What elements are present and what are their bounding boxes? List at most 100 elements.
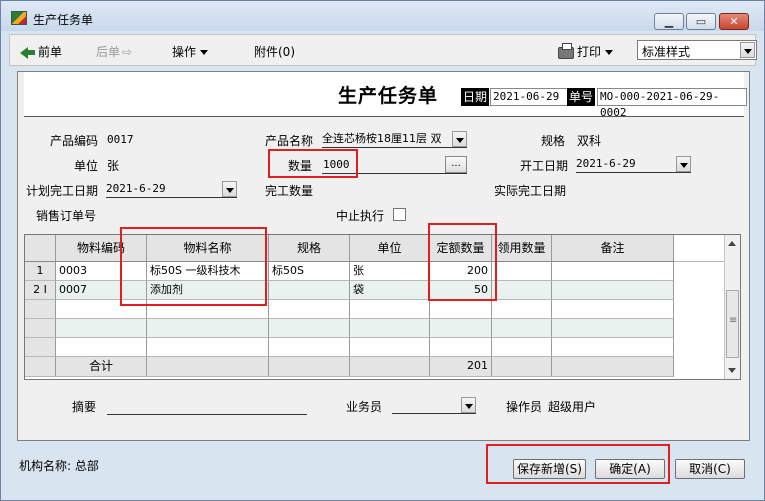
row-index[interactable]: [25, 300, 56, 319]
column-header[interactable]: 规格: [269, 235, 350, 262]
summary-label: 摘要: [72, 400, 97, 414]
arrow-right-icon: ⇨: [122, 45, 133, 59]
dropdown-arrow-icon[interactable]: [461, 397, 476, 413]
sales-order-label: 销售订单号: [36, 209, 97, 223]
cell-material-code[interactable]: 0003: [56, 262, 147, 281]
cancel-button[interactable]: 取消(C): [675, 459, 745, 479]
empty-cell[interactable]: [147, 338, 269, 357]
document-title: 生产任务单: [338, 85, 439, 107]
column-header[interactable]: 领用数量: [492, 235, 552, 262]
cell-material-code[interactable]: 0007: [56, 281, 147, 300]
row-index[interactable]: [25, 338, 56, 357]
cell-material-name[interactable]: 添加剂: [147, 281, 269, 300]
minimize-button[interactable]: ▁: [654, 13, 684, 30]
prev-record-button[interactable]: 前单: [20, 43, 62, 60]
row-index[interactable]: [25, 319, 56, 338]
toolbar: 前单 后单 ⇨ 操作 附件(0) 打印 标准样式: [9, 34, 757, 66]
scroll-thumb[interactable]: [726, 290, 739, 358]
spec-label: 规格: [541, 134, 566, 148]
column-header[interactable]: 物料名称: [147, 235, 269, 262]
dropdown-arrow-icon[interactable]: [740, 42, 755, 58]
caret-down-icon: [605, 50, 614, 55]
column-header[interactable]: 定额数量: [430, 235, 492, 262]
attachments-button[interactable]: 附件(0): [254, 43, 295, 60]
number-field[interactable]: MO-000-2021-06-29-0002: [597, 88, 747, 119]
form-panel: 生产任务单 日期 2021-06-29 单号 MO-000-2021-06-29…: [17, 71, 750, 441]
empty-cell[interactable]: [430, 319, 492, 338]
empty-cell[interactable]: [492, 300, 552, 319]
empty-cell[interactable]: [492, 338, 552, 357]
product-name-label: 产品名称: [265, 134, 314, 148]
printer-icon: [558, 42, 574, 59]
empty-cell[interactable]: [430, 338, 492, 357]
cell-unit[interactable]: 袋: [350, 281, 430, 300]
save-new-button[interactable]: 保存新增(S): [513, 459, 586, 479]
arrow-left-icon: [20, 46, 28, 59]
cell-unit[interactable]: 张: [350, 262, 430, 281]
operator-value: 超级用户: [548, 400, 597, 414]
unit-value: 张: [107, 159, 120, 173]
cell-used-qty[interactable]: [492, 262, 552, 281]
empty-cell[interactable]: [269, 319, 350, 338]
date-label: 日期: [461, 88, 490, 106]
date-field[interactable]: 2021-06-29: [490, 88, 572, 106]
row-header-corner: [25, 235, 56, 262]
plan-finish-select[interactable]: 2021-6-29: [106, 180, 237, 198]
empty-cell[interactable]: [269, 300, 350, 319]
finished-qty-label: 完工数量: [265, 184, 314, 198]
quantity-value[interactable]: 1000: [323, 158, 350, 171]
cell-material-name[interactable]: 标50S 一级科技木: [147, 262, 269, 281]
cell-note[interactable]: [552, 281, 674, 300]
empty-cell[interactable]: [350, 338, 430, 357]
dropdown-arrow-icon[interactable]: [222, 181, 237, 197]
column-header[interactable]: 物料编码: [56, 235, 147, 262]
empty-cell[interactable]: [552, 300, 674, 319]
empty-cell[interactable]: [56, 300, 147, 319]
spec-value: 双科: [577, 134, 602, 148]
cell-note[interactable]: [552, 262, 674, 281]
cell-spec[interactable]: 标50S: [269, 262, 350, 281]
print-style-select[interactable]: 标准样式: [637, 40, 757, 60]
dropdown-arrow-icon[interactable]: [676, 156, 691, 172]
scroll-up-icon[interactable]: [728, 241, 736, 246]
operator-label: 操作员: [506, 400, 543, 414]
ok-button[interactable]: 确定(A): [595, 459, 665, 479]
app-logo-icon: [11, 11, 27, 25]
print-menu[interactable]: 打印: [558, 42, 614, 60]
empty-cell[interactable]: [269, 338, 350, 357]
empty-cell[interactable]: [492, 319, 552, 338]
close-button[interactable]: ✕: [719, 13, 749, 30]
maximize-button[interactable]: ▭: [686, 13, 716, 30]
plan-finish-label: 计划完工日期: [26, 184, 99, 198]
cell-quota-qty[interactable]: 50: [430, 281, 492, 300]
stop-execution-label: 中止执行: [336, 209, 385, 223]
next-record-button[interactable]: 后单 ⇨: [96, 43, 132, 60]
row-index[interactable]: 2 I: [25, 281, 56, 300]
salesman-select[interactable]: [392, 396, 476, 414]
empty-cell[interactable]: [430, 300, 492, 319]
empty-cell[interactable]: [350, 300, 430, 319]
stop-execution-checkbox[interactable]: [393, 208, 406, 221]
column-header[interactable]: 单位: [350, 235, 430, 262]
empty-cell[interactable]: [56, 319, 147, 338]
scroll-down-icon[interactable]: [728, 368, 736, 373]
empty-cell[interactable]: [350, 319, 430, 338]
cell-quota-qty[interactable]: 200: [430, 262, 492, 281]
quantity-lookup-button[interactable]: ...: [445, 156, 467, 173]
table-scrollbar[interactable]: [724, 235, 740, 379]
product-name-select[interactable]: 全连芯杨桉18厘11层 双: [322, 130, 467, 148]
dropdown-arrow-icon[interactable]: [452, 131, 467, 147]
cell-spec[interactable]: [269, 281, 350, 300]
empty-cell[interactable]: [147, 319, 269, 338]
summary-input[interactable]: [107, 414, 307, 415]
start-date-select[interactable]: 2021-6-29: [576, 155, 691, 173]
cell-used-qty[interactable]: [492, 281, 552, 300]
empty-cell[interactable]: [56, 338, 147, 357]
row-index[interactable]: 1: [25, 262, 56, 281]
operations-menu[interactable]: 操作: [172, 43, 209, 60]
empty-cell[interactable]: [552, 338, 674, 357]
empty-cell[interactable]: [552, 319, 674, 338]
column-header[interactable]: 备注: [552, 235, 674, 262]
empty-cell[interactable]: [147, 300, 269, 319]
title-bar: 生产任务单 ▁ ▭ ✕: [1, 1, 764, 31]
